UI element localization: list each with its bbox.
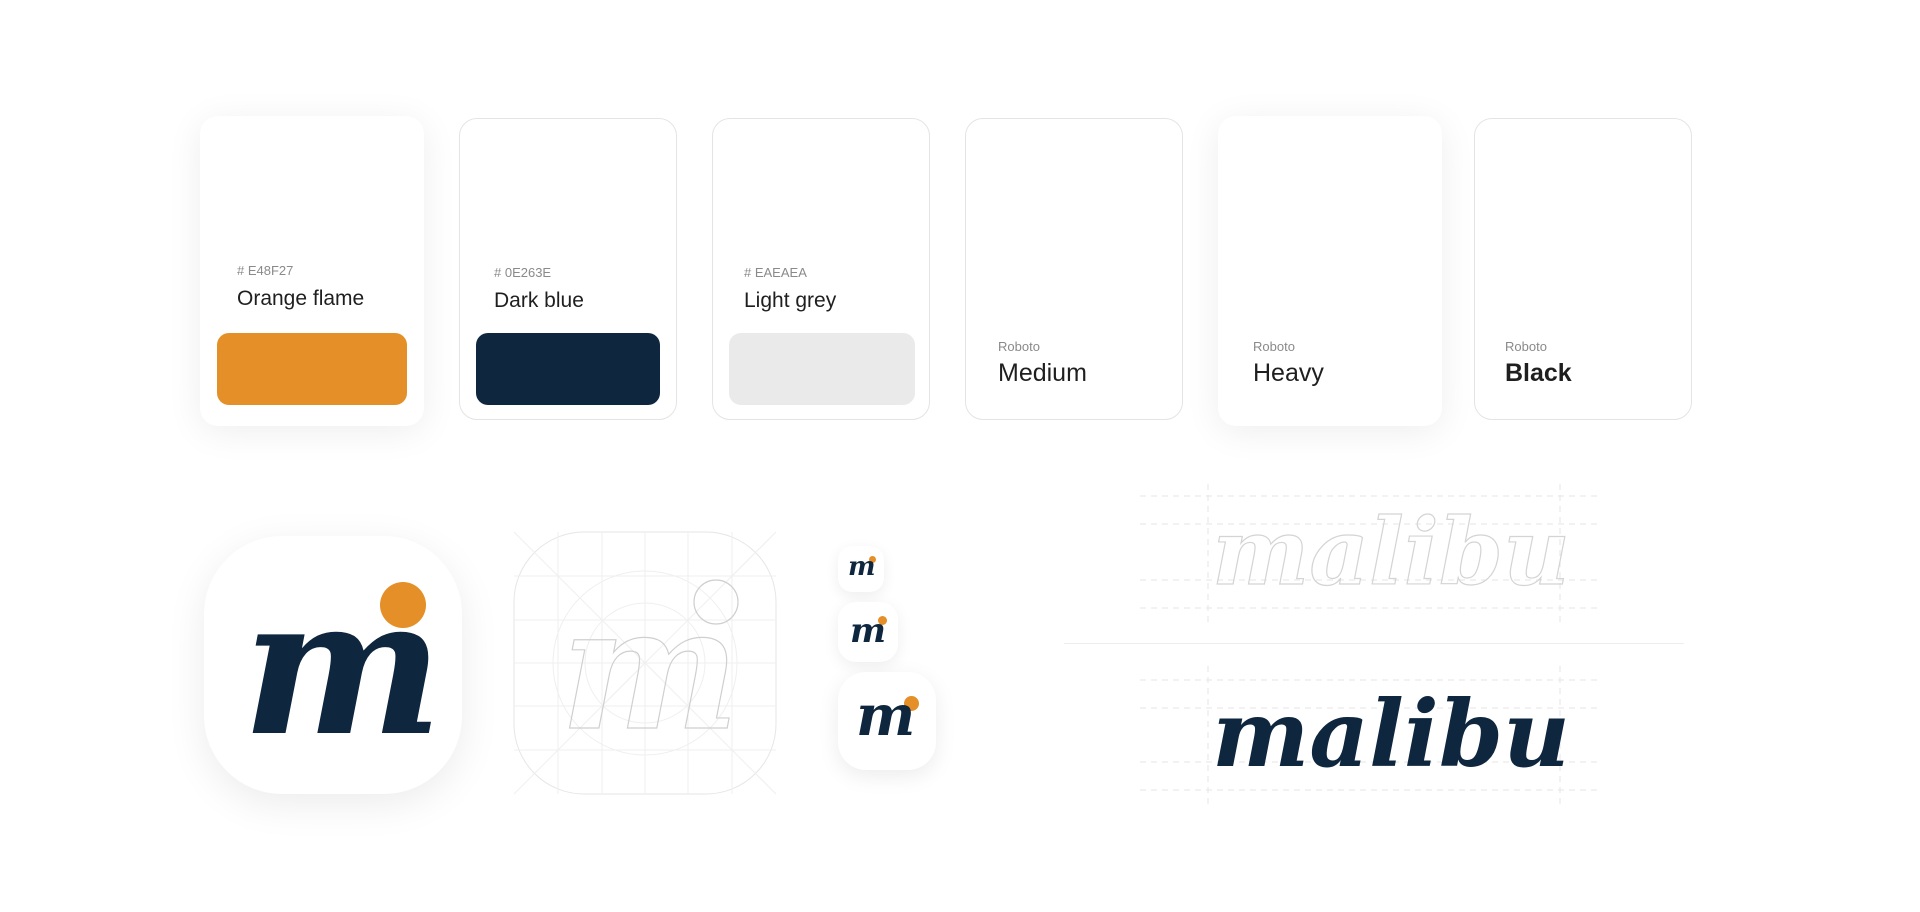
- font-card-heavy: Roboto Heavy: [1218, 116, 1442, 426]
- font-weight-name: Heavy: [1253, 359, 1324, 387]
- color-hex: # EAEAEA: [744, 265, 807, 280]
- app-icon-mark: m: [242, 555, 444, 778]
- font-weight-name: Black: [1505, 359, 1572, 387]
- app-icon-mark: m: [856, 683, 916, 749]
- app-icon-outline: m: [513, 531, 777, 795]
- font-family-label: Roboto: [998, 339, 1040, 354]
- wordmark-text: malibu: [1212, 498, 1570, 606]
- wordmark-outline: malibu: [1140, 484, 1602, 624]
- color-card-orange: # E48F27 Orange flame: [200, 116, 424, 426]
- color-name: Light grey: [744, 289, 837, 312]
- font-family-label: Roboto: [1505, 339, 1547, 354]
- font-card-black: Roboto Black: [1474, 118, 1692, 420]
- color-swatch: [217, 333, 407, 405]
- font-family-label: Roboto: [1253, 339, 1295, 354]
- app-icon-mark: m: [848, 552, 876, 582]
- app-icon-small: m: [838, 546, 884, 592]
- color-name: Dark blue: [494, 289, 584, 312]
- wordmark-solid: malibu: [1140, 666, 1602, 806]
- app-icon-mark: m: [850, 611, 886, 651]
- app-icon-large: m: [204, 536, 462, 794]
- font-weight-name: Medium: [998, 359, 1087, 387]
- color-hex: # 0E263E: [494, 265, 552, 280]
- color-swatch: [729, 333, 915, 405]
- color-swatch: [476, 333, 660, 405]
- font-card-medium: Roboto Medium: [965, 118, 1183, 420]
- color-card-dark-blue: # 0E263E Dark blue: [459, 118, 677, 420]
- app-icon-regular: m: [838, 672, 936, 770]
- color-card-light-grey: # EAEAEA Light grey: [712, 118, 930, 420]
- app-icon-medium: m: [838, 602, 898, 662]
- wordmark-text: malibu: [1212, 680, 1570, 788]
- color-name: Orange flame: [237, 287, 365, 310]
- color-hex: # E48F27: [237, 263, 294, 278]
- wordmark-divider: [1064, 643, 1684, 644]
- outline-mark: m: [560, 569, 740, 769]
